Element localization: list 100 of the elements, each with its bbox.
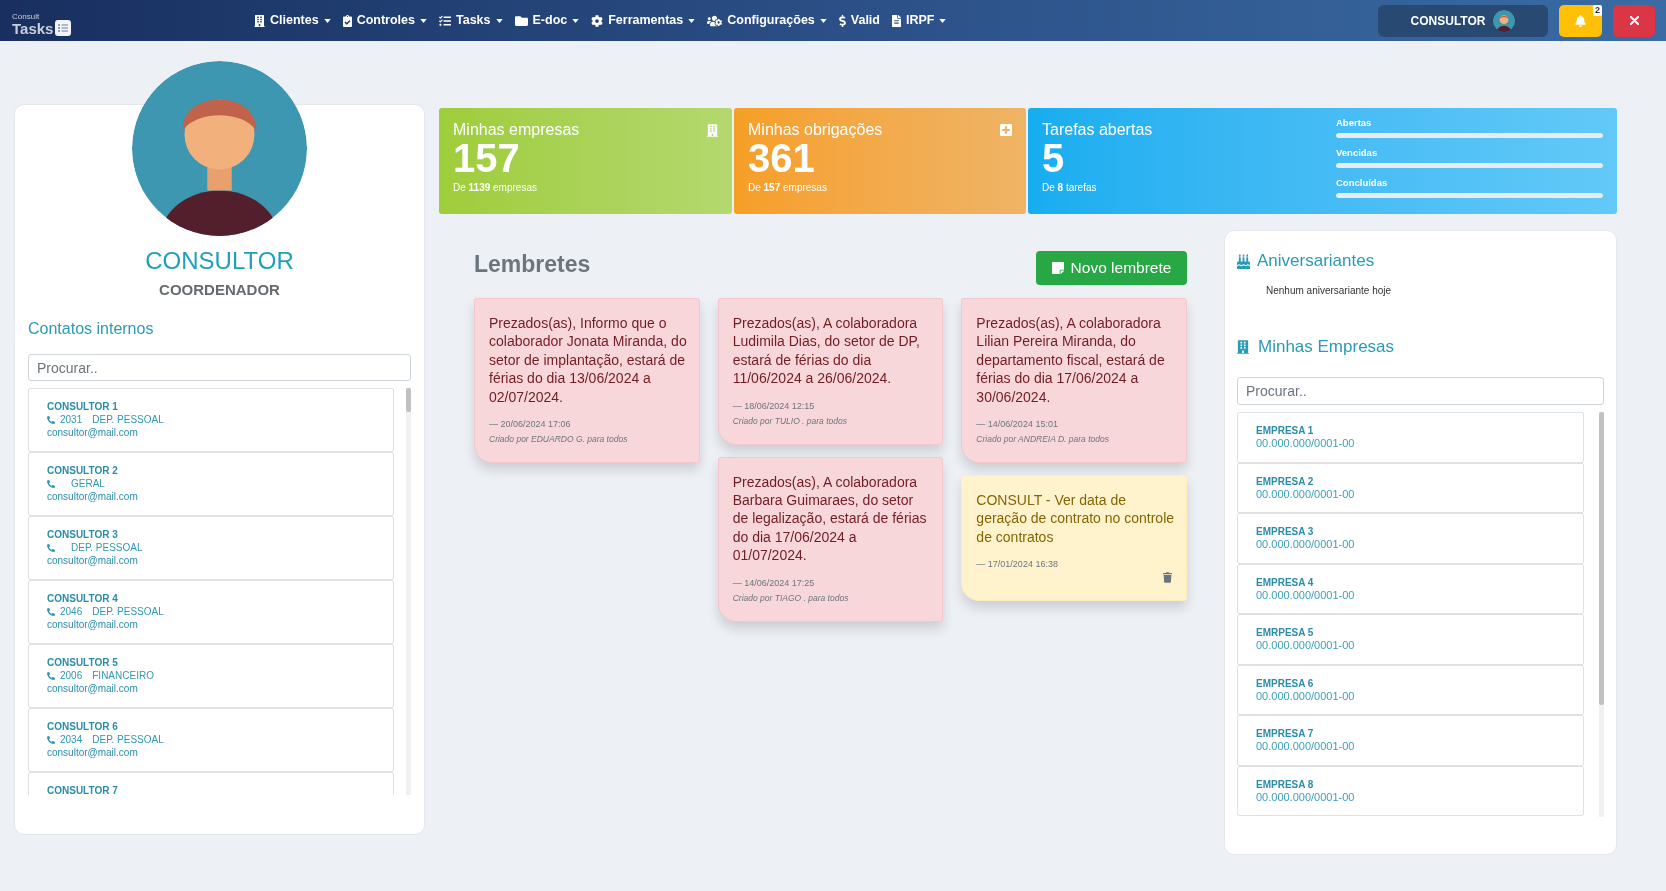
contact-department: DEP. PESSOAL	[92, 605, 164, 618]
nav-menu-item[interactable]: Controles	[336, 0, 433, 41]
company-cnpj: 00.000.000/0001-00	[1256, 740, 1355, 753]
company-list-item[interactable]: EMPRESA 1 00.000.000/0001-00	[1237, 412, 1584, 463]
search-field[interactable]: Procurar..	[1237, 377, 1604, 405]
reminder-date: — 17/01/2024 16:38	[976, 558, 1058, 571]
company-cnpj: 00.000.000/0001-00	[1256, 437, 1355, 450]
profile-role: COORDENADOR	[159, 281, 280, 299]
contact-list-item[interactable]: CONSULTOR 3 DEP. PESSOAL consultor@mail.com	[28, 516, 394, 580]
company-list-item[interactable]: EMPRESA 2 00.000.000/0001-00	[1237, 462, 1584, 513]
company-list-item[interactable]: EMPRESA 7 00.000.000/0001-00	[1237, 715, 1584, 766]
file-icon	[892, 14, 901, 27]
contact-name: CONSULTOR 4	[47, 592, 118, 605]
nav-menu-item[interactable]: Tasks	[433, 0, 509, 41]
meter-label: Vencidas	[1336, 147, 1378, 158]
contact-email: consultor@mail.com	[47, 426, 138, 440]
new-reminder-button[interactable]: Novo lembrete	[1036, 251, 1187, 285]
company-cnpj: 00.000.000/0001-00	[1256, 689, 1355, 703]
company-name: EMPRESA 8	[1256, 777, 1314, 791]
contact-department: DEP. PESSOAL	[92, 733, 164, 746]
stat-subtitle: De 1139 empresas	[453, 182, 537, 194]
user-menu-button[interactable]: CONSULTOR	[1378, 4, 1548, 37]
contact-email: consultor@mail.com	[47, 618, 138, 632]
section-title: Contatos internos	[28, 319, 154, 339]
reminder-date: — 20/06/2024 17:06	[489, 418, 571, 431]
trash-icon[interactable]	[1163, 572, 1172, 584]
contact-extension: 2006	[60, 669, 83, 682]
contact-extension: 2034	[60, 733, 83, 746]
stat-subtitle: De 157 empresas	[748, 182, 827, 194]
company-list-item[interactable]: EMPRESA 3 00.000.000/0001-00	[1237, 513, 1584, 564]
logo-text: Tasks	[12, 20, 54, 36]
contact-email: consultor@mail.com	[47, 490, 138, 504]
building-icon	[254, 14, 265, 27]
close-button[interactable]	[1613, 4, 1655, 37]
dollar-icon	[838, 14, 846, 27]
notification-badge: 2	[1593, 4, 1602, 16]
contact-email: consultor@mail.com	[47, 746, 138, 760]
birthday-cake-icon	[1237, 253, 1250, 269]
building-icon	[1237, 340, 1249, 354]
phone-icon	[47, 415, 55, 424]
contact-list-item[interactable]: CONSULTOR 5 2006 FINANCEIRO consultor@mail.com	[28, 644, 394, 708]
contact-list-item[interactable]: CONSULTOR 4 2046 DEP. PESSOAL consultor@mail.com	[28, 580, 394, 644]
contact-department: FINANCEIRO	[92, 669, 154, 682]
reminder-author: Criado por EDUARDO G. para todos	[489, 434, 628, 446]
section-title: Aniversariantes	[1257, 251, 1375, 271]
phone-icon	[47, 671, 55, 680]
contact-name: CONSULTOR 1	[47, 400, 118, 413]
contact-list-item[interactable]: CONSULTOR 1 2031 DEP. PESSOAL consultor@mail.com	[28, 388, 394, 452]
nav-menu-item[interactable]: Valid	[832, 0, 886, 41]
nav-menu-item[interactable]: IRPF	[886, 0, 953, 41]
phone-icon	[47, 607, 55, 616]
company-list-item[interactable]: EMPRESA 8 00.000.000/0001-00	[1237, 765, 1584, 816]
nav-menu-item[interactable]: Configurações	[701, 0, 833, 41]
stat-value: 361	[748, 139, 815, 177]
company-name: EMPRESA 3	[1256, 525, 1314, 538]
reminder-text: Prezados(as), Informo que o colaborador Jonata Miranda, do setor de implantação, estará de férias do dia 13/06/2024 a 02/07/2024.	[489, 314, 688, 407]
reminder-author: Criado por TULIO . para todos	[732, 415, 847, 427]
contact-department: DEP. PESSOAL	[71, 541, 143, 554]
reminder-text: Prezados(as), A colaboradora Barbara Guimaraes, do setor de legalização, estará de férias do dia 17/06/2024 a 01/07/2024.	[732, 472, 928, 565]
contact-list-item[interactable]: CONSULTOR 2 GERAL consultor@mail.com	[28, 452, 394, 516]
stat-value: 5	[1042, 139, 1065, 177]
stat-title: Minhas obrigações	[748, 120, 883, 139]
notifications-button[interactable]: 2	[1559, 4, 1602, 37]
section-title: Minhas Empresas	[1258, 337, 1395, 357]
avatar-icon	[1493, 9, 1516, 32]
profile-name: CONSULTOR	[145, 247, 294, 275]
logo-subtitle: Consult	[12, 11, 40, 21]
company-cnpj: 00.000.000/0001-00	[1256, 538, 1355, 551]
contact-list-item[interactable]: CONSULTOR 6 2034 DEP. PESSOAL consultor@mail.com	[28, 708, 394, 772]
contact-name: CONSULTOR 6	[47, 720, 118, 733]
scrollbar-thumb[interactable]	[406, 388, 411, 412]
gear-icon	[591, 14, 604, 27]
meter-label: Concluídas	[1336, 177, 1388, 188]
company-cnpj: 00.000.000/0001-00	[1256, 790, 1355, 804]
nav-menu-item[interactable]: Ferramentas	[585, 0, 702, 41]
empty-message: Nenhum aniversariante hoje	[1266, 284, 1392, 297]
contact-list-item[interactable]: CONSULTOR 7	[28, 772, 394, 795]
company-list-item[interactable]: EMPRESA 4 00.000.000/0001-00	[1237, 563, 1584, 614]
stat-subtitle: De 8 tarefas	[1042, 182, 1097, 194]
search-field[interactable]: Procurar..	[28, 354, 411, 381]
company-list-item[interactable]: EMRPESA 5 00.000.000/0001-00	[1237, 614, 1584, 665]
contact-name: CONSULTOR 5	[47, 656, 118, 669]
contact-name: CONSULTOR 2	[47, 464, 118, 477]
company-name: EMPRESA 2	[1256, 474, 1314, 488]
reminder-date: — 14/06/2024 15:01	[976, 418, 1058, 431]
company-list-item[interactable]: EMPRESA 6 00.000.000/0001-00	[1237, 664, 1584, 715]
checklist-icon	[439, 14, 451, 27]
stat-title: Tarefas abertas	[1042, 120, 1153, 139]
nav-menu-item[interactable]: Clientes	[248, 0, 337, 41]
phone-icon	[47, 735, 55, 744]
users-gear-icon	[707, 14, 723, 27]
scrollbar-thumb[interactable]	[1599, 412, 1604, 705]
contact-name: CONSULTOR 7	[47, 784, 118, 795]
nav-menu-item[interactable]: E-doc	[508, 0, 586, 41]
contact-department: DEP. PESSOAL	[92, 413, 164, 426]
folder-icon	[514, 15, 528, 26]
clipboard-check-icon	[342, 14, 352, 27]
section-title: Lembretes	[474, 251, 591, 277]
company-cnpj: 00.000.000/0001-00	[1256, 487, 1355, 501]
contact-email: consultor@mail.com	[47, 682, 138, 696]
